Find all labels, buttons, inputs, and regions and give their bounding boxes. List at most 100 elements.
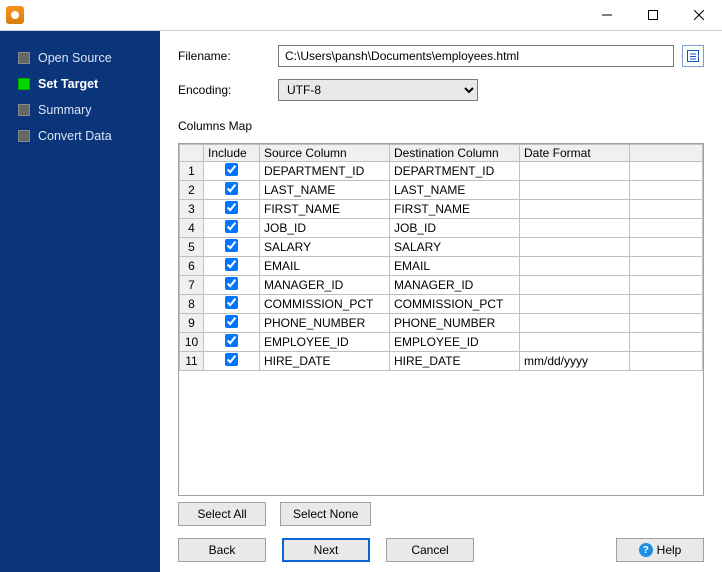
select-all-button[interactable]: Select All xyxy=(178,502,266,526)
col-header-date-format[interactable]: Date Format xyxy=(520,145,630,162)
include-checkbox[interactable] xyxy=(225,220,238,233)
destination-column-cell[interactable]: LAST_NAME xyxy=(390,181,520,200)
date-format-cell[interactable]: mm/dd/yyyy xyxy=(520,352,630,371)
table-row[interactable]: 7 MANAGER_IDMANAGER_ID xyxy=(180,276,703,295)
include-checkbox[interactable] xyxy=(225,296,238,309)
sidebar-item-set-target[interactable]: Set Target xyxy=(0,71,160,97)
date-format-cell[interactable] xyxy=(520,333,630,352)
body: Open Source Set Target Summary Convert D… xyxy=(0,30,722,572)
spacer-cell xyxy=(630,314,703,333)
table-row[interactable]: 10 EMPLOYEE_IDEMPLOYEE_ID xyxy=(180,333,703,352)
row-number[interactable]: 6 xyxy=(180,257,204,276)
table-row[interactable]: 1 DEPARTMENT_IDDEPARTMENT_ID xyxy=(180,162,703,181)
encoding-row: Encoding: UTF-8 xyxy=(178,79,704,101)
encoding-label: Encoding: xyxy=(178,83,278,97)
step-node-icon xyxy=(18,78,30,90)
table-row[interactable]: 9 PHONE_NUMBERPHONE_NUMBER xyxy=(180,314,703,333)
table-row[interactable]: 2 LAST_NAMELAST_NAME xyxy=(180,181,703,200)
table-row[interactable]: 4 JOB_IDJOB_ID xyxy=(180,219,703,238)
date-format-cell[interactable] xyxy=(520,219,630,238)
date-format-cell[interactable] xyxy=(520,314,630,333)
cancel-button[interactable]: Cancel xyxy=(386,538,474,562)
destination-column-cell[interactable]: SALARY xyxy=(390,238,520,257)
row-number[interactable]: 1 xyxy=(180,162,204,181)
destination-column-cell[interactable]: HIRE_DATE xyxy=(390,352,520,371)
date-format-cell[interactable] xyxy=(520,238,630,257)
row-number[interactable]: 4 xyxy=(180,219,204,238)
table-row[interactable]: 3 FIRST_NAMEFIRST_NAME xyxy=(180,200,703,219)
row-number[interactable]: 9 xyxy=(180,314,204,333)
row-number[interactable]: 7 xyxy=(180,276,204,295)
row-number[interactable]: 11 xyxy=(180,352,204,371)
spacer-cell xyxy=(630,257,703,276)
date-format-cell[interactable] xyxy=(520,200,630,219)
encoding-select[interactable]: UTF-8 xyxy=(278,79,478,101)
col-header-source[interactable]: Source Column xyxy=(260,145,390,162)
include-checkbox[interactable] xyxy=(225,315,238,328)
table-row[interactable]: 5 SALARYSALARY xyxy=(180,238,703,257)
include-checkbox[interactable] xyxy=(225,239,238,252)
source-column-cell[interactable]: DEPARTMENT_ID xyxy=(260,162,390,181)
row-number[interactable]: 10 xyxy=(180,333,204,352)
maximize-icon xyxy=(648,10,658,20)
row-number[interactable]: 5 xyxy=(180,238,204,257)
window-buttons xyxy=(584,0,722,30)
date-format-cell[interactable] xyxy=(520,162,630,181)
include-checkbox[interactable] xyxy=(225,182,238,195)
close-button[interactable] xyxy=(676,0,722,30)
sidebar-item-label: Summary xyxy=(38,103,91,117)
source-column-cell[interactable]: SALARY xyxy=(260,238,390,257)
source-column-cell[interactable]: LAST_NAME xyxy=(260,181,390,200)
row-number[interactable]: 2 xyxy=(180,181,204,200)
row-number[interactable]: 3 xyxy=(180,200,204,219)
col-header-destination[interactable]: Destination Column xyxy=(390,145,520,162)
filename-input[interactable] xyxy=(278,45,674,67)
date-format-cell[interactable] xyxy=(520,295,630,314)
sidebar-item-convert-data[interactable]: Convert Data xyxy=(0,123,160,149)
destination-column-cell[interactable]: MANAGER_ID xyxy=(390,276,520,295)
browse-button[interactable] xyxy=(682,45,704,67)
help-button[interactable]: ? Help xyxy=(616,538,704,562)
date-format-cell[interactable] xyxy=(520,276,630,295)
source-column-cell[interactable]: EMPLOYEE_ID xyxy=(260,333,390,352)
table-row[interactable]: 11HIRE_DATEHIRE_DATEmm/dd/yyyy xyxy=(180,352,703,371)
source-column-cell[interactable]: FIRST_NAME xyxy=(260,200,390,219)
include-checkbox[interactable] xyxy=(225,163,238,176)
date-format-cell[interactable] xyxy=(520,181,630,200)
destination-column-cell[interactable]: JOB_ID xyxy=(390,219,520,238)
row-number[interactable]: 8 xyxy=(180,295,204,314)
minimize-button[interactable] xyxy=(584,0,630,30)
destination-column-cell[interactable]: DEPARTMENT_ID xyxy=(390,162,520,181)
sidebar: Open Source Set Target Summary Convert D… xyxy=(0,31,160,572)
destination-column-cell[interactable]: EMAIL xyxy=(390,257,520,276)
filename-row: Filename: xyxy=(178,45,704,67)
source-column-cell[interactable]: COMMISSION_PCT xyxy=(260,295,390,314)
back-button[interactable]: Back xyxy=(178,538,266,562)
destination-column-cell[interactable]: EMPLOYEE_ID xyxy=(390,333,520,352)
date-format-cell[interactable] xyxy=(520,257,630,276)
include-checkbox[interactable] xyxy=(225,201,238,214)
sidebar-item-open-source[interactable]: Open Source xyxy=(0,45,160,71)
next-button[interactable]: Next xyxy=(282,538,370,562)
include-checkbox[interactable] xyxy=(225,353,238,366)
table-row[interactable]: 6 EMAILEMAIL xyxy=(180,257,703,276)
maximize-button[interactable] xyxy=(630,0,676,30)
source-column-cell[interactable]: PHONE_NUMBER xyxy=(260,314,390,333)
sidebar-item-summary[interactable]: Summary xyxy=(0,97,160,123)
include-cell xyxy=(204,238,260,257)
destination-column-cell[interactable]: PHONE_NUMBER xyxy=(390,314,520,333)
destination-column-cell[interactable]: FIRST_NAME xyxy=(390,200,520,219)
include-checkbox[interactable] xyxy=(225,277,238,290)
include-checkbox[interactable] xyxy=(225,258,238,271)
source-column-cell[interactable]: MANAGER_ID xyxy=(260,276,390,295)
include-checkbox[interactable] xyxy=(225,334,238,347)
table-row[interactable]: 8 COMMISSION_PCTCOMMISSION_PCT xyxy=(180,295,703,314)
select-none-button[interactable]: Select None xyxy=(280,502,371,526)
source-column-cell[interactable]: EMAIL xyxy=(260,257,390,276)
destination-column-cell[interactable]: COMMISSION_PCT xyxy=(390,295,520,314)
source-column-cell[interactable]: HIRE_DATE xyxy=(260,352,390,371)
include-cell xyxy=(204,219,260,238)
browse-icon xyxy=(686,49,700,63)
source-column-cell[interactable]: JOB_ID xyxy=(260,219,390,238)
col-header-include[interactable]: Include xyxy=(204,145,260,162)
